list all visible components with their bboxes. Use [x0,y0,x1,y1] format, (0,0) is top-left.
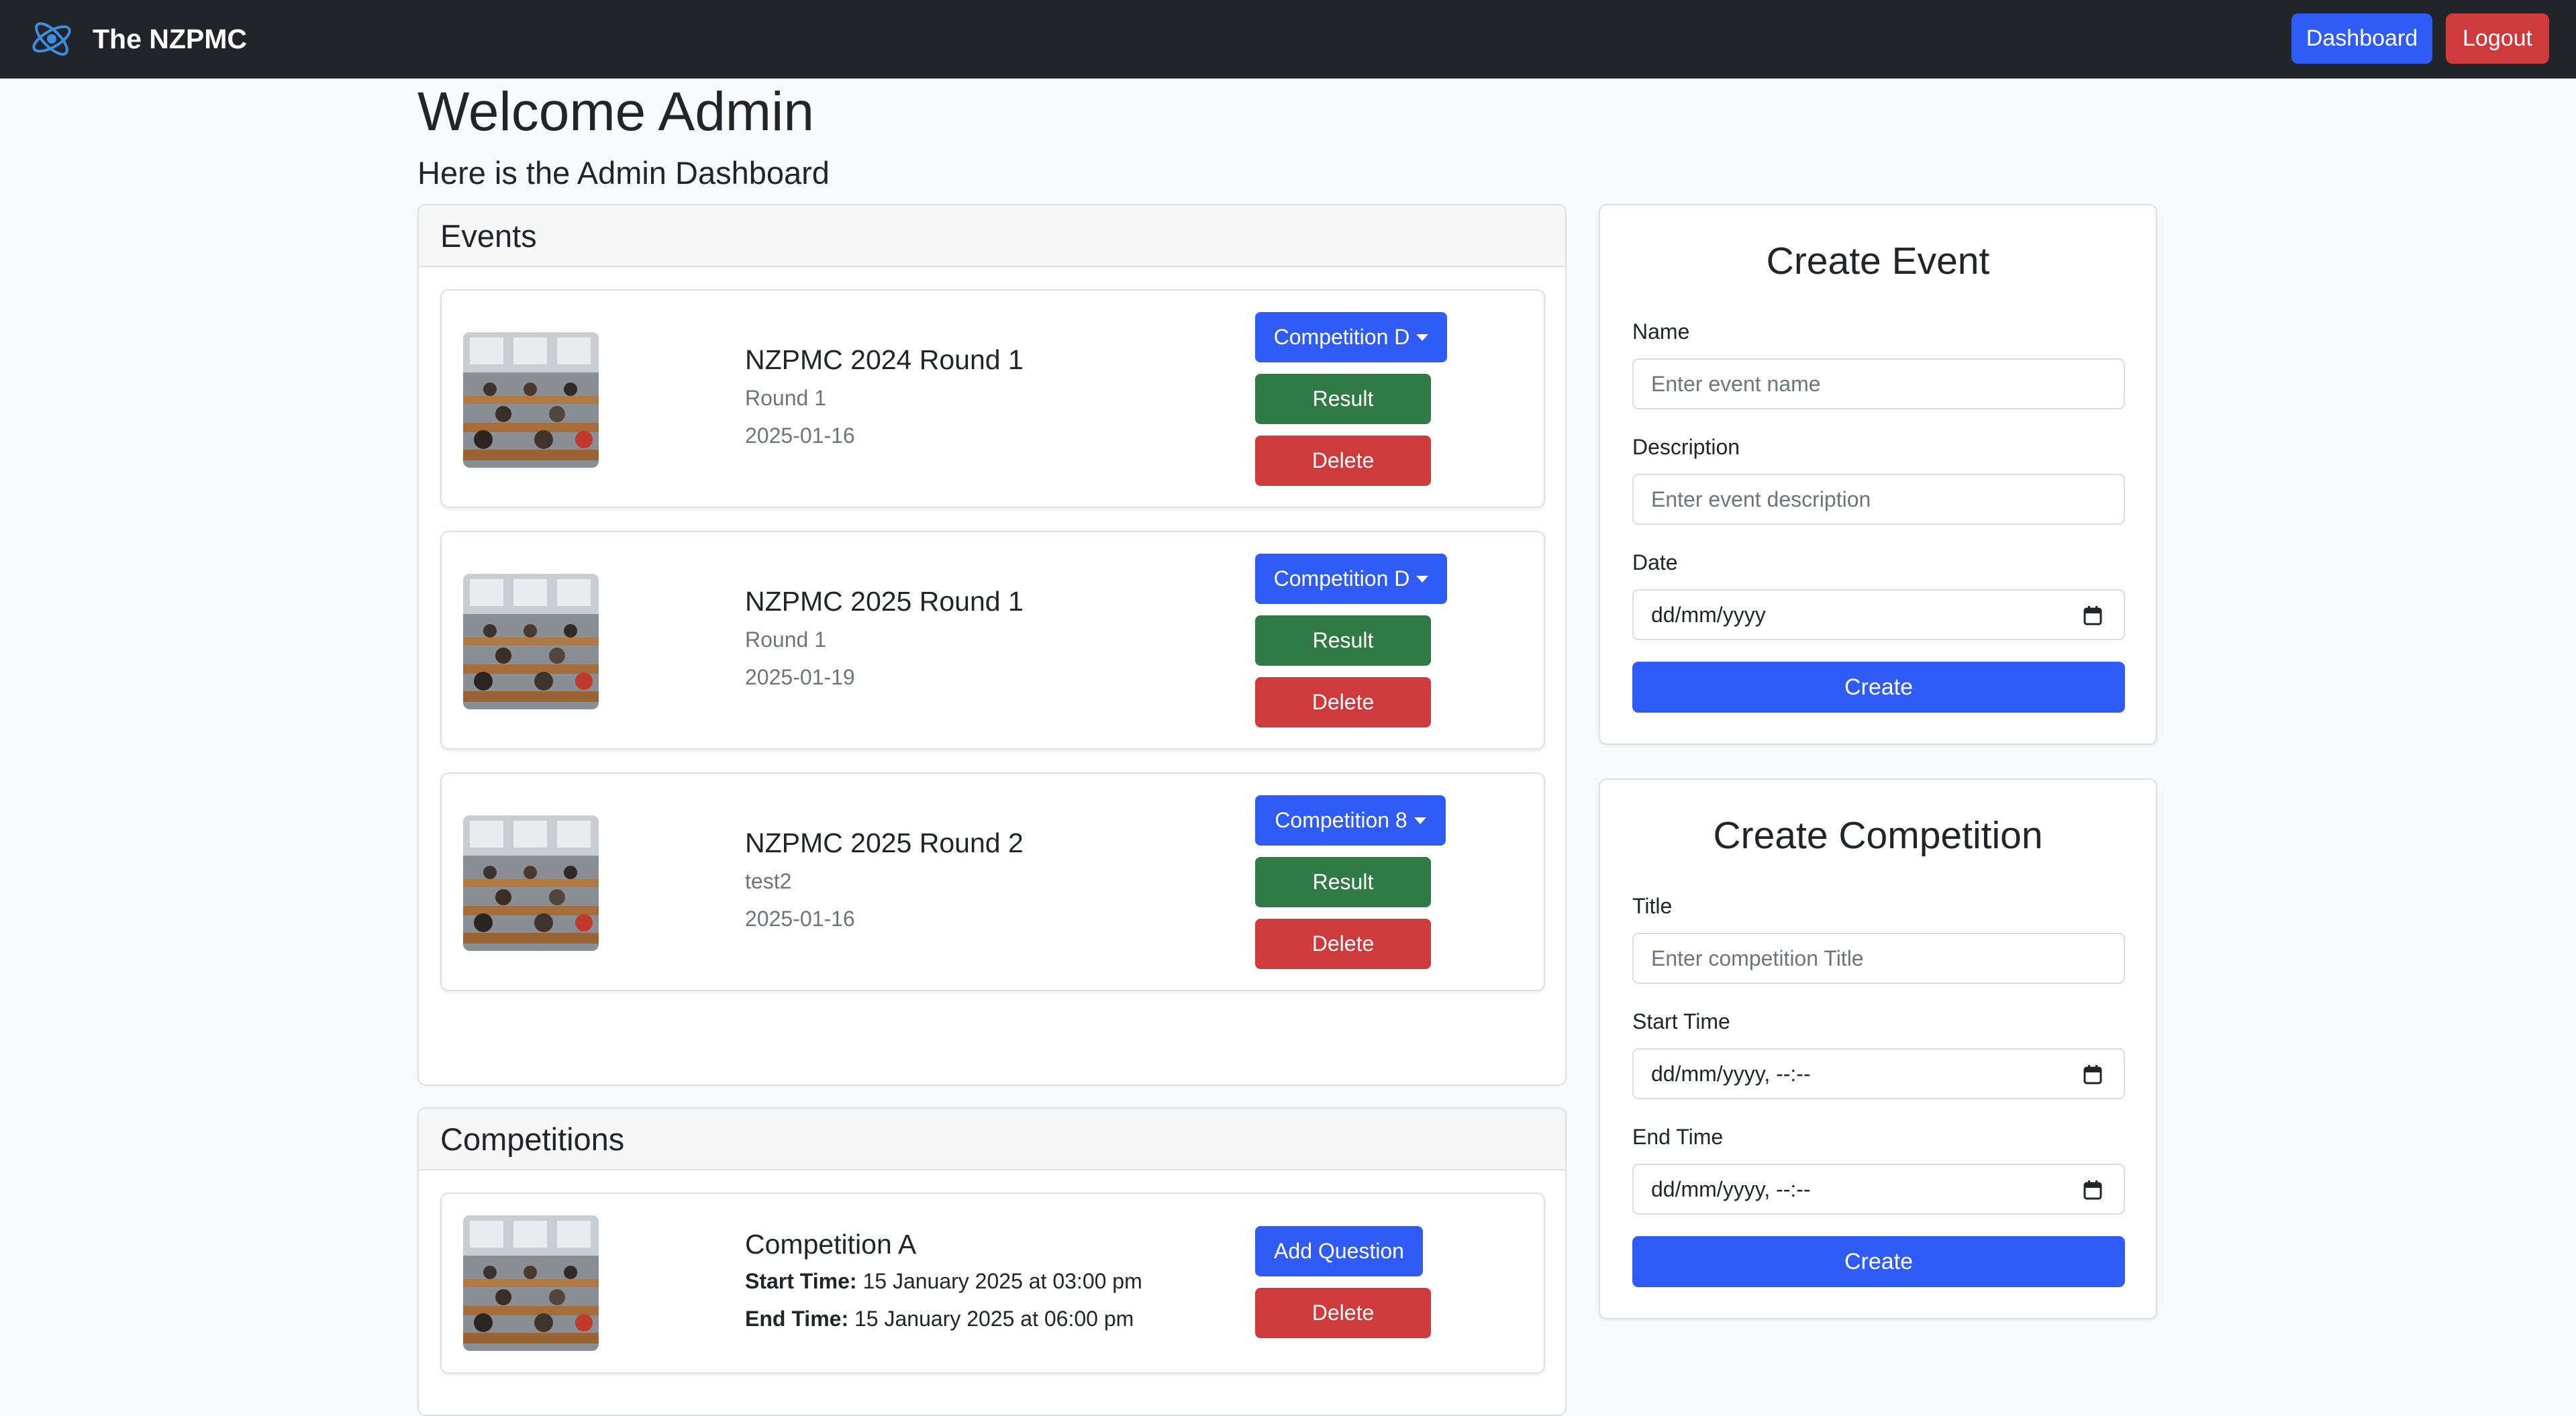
classroom-image-icon [463,1215,599,1351]
competitions-panel: Competitions Competition A Start Time: 1… [417,1107,1567,1416]
calendar-icon[interactable] [2083,1180,2102,1200]
create-event-title: Create Event [1766,240,1990,283]
create-event-button[interactable]: Create [1632,662,2125,713]
competitions-heading: Competitions [419,1109,1565,1170]
event-thumbnail [463,574,599,709]
events-panel: Events NZPMC 2024 Round 1 Round 1 2025-0… [417,204,1567,1086]
competition-dropdown-label: Competition 8 [1275,808,1407,832]
result-button[interactable]: Result [1255,857,1431,907]
create-event-form: Create Event Name Enter event name Descr… [1599,204,2157,745]
event-title: NZPMC 2025 Round 2 [745,827,1024,858]
event-date-value: dd/mm/yyyy [1651,602,1766,627]
competition-dropdown[interactable]: Competition D [1255,312,1447,362]
event-date: 2025-01-19 [745,665,855,689]
dashboard-button[interactable]: Dashboard [2291,13,2432,64]
competition-start-time: Start Time: 15 January 2025 at 03:00 pm [745,1269,1142,1294]
calendar-icon[interactable] [2083,605,2102,625]
create-competition-form: Create Competition Title Enter competiti… [1599,778,2157,1319]
end-time-value: dd/mm/yyyy, --:-- [1651,1176,1811,1201]
result-button[interactable]: Result [1255,374,1431,424]
atom-logo-icon [32,22,71,56]
caret-down-icon [1414,817,1426,824]
end-time-value: 15 January 2025 at 06:00 pm [854,1307,1134,1331]
competition-card: Competition A Start Time: 15 January 202… [440,1193,1545,1374]
result-button[interactable]: Result [1255,615,1431,666]
event-name-input[interactable]: Enter event name [1632,358,2125,409]
competition-thumbnail [463,1215,599,1351]
event-name-label: Name [1632,319,1690,344]
competition-end-time: End Time: 15 January 2025 at 06:00 pm [745,1307,1134,1331]
delete-button[interactable]: Delete [1255,677,1431,727]
event-card: NZPMC 2024 Round 1 Round 1 2025-01-16 Co… [440,289,1545,508]
event-date: 2025-01-16 [745,423,855,448]
event-thumbnail [463,815,599,951]
classroom-image-icon [463,574,599,709]
start-time-label: Start Time [1632,1009,1730,1033]
classroom-image-icon [463,815,599,951]
start-time-input[interactable]: dd/mm/yyyy, --:-- [1632,1048,2125,1099]
delete-button[interactable]: Delete [1255,1288,1431,1338]
event-date: 2025-01-16 [745,907,855,931]
start-time-label: Start Time: [745,1269,857,1293]
brand[interactable]: The NZPMC [28,15,247,63]
navbar: The NZPMC Dashboard Logout [0,0,2576,79]
add-question-button[interactable]: Add Question [1255,1226,1423,1276]
competition-dropdown-label: Competition D [1273,566,1410,591]
event-description-label: Description [1632,435,1740,459]
end-time-label: End Time [1632,1125,1724,1149]
create-competition-title: Create Competition [1713,814,2043,857]
end-time-label: End Time: [745,1307,849,1331]
competition-title-label: Title [1632,894,1673,918]
event-subtitle: Round 1 [745,627,826,652]
competition-dropdown[interactable]: Competition 8 [1255,795,1446,846]
event-date-label: Date [1632,550,1678,574]
event-card: NZPMC 2025 Round 1 Round 1 2025-01-19 Co… [440,531,1545,750]
event-subtitle: Round 1 [745,386,826,410]
page-subtitle: Here is the Admin Dashboard [417,155,830,191]
event-title: NZPMC 2025 Round 1 [745,586,1024,617]
delete-button[interactable]: Delete [1255,436,1431,486]
caret-down-icon [1416,334,1429,341]
calendar-icon[interactable] [2083,1064,2102,1084]
events-heading: Events [419,205,1565,267]
logout-button[interactable]: Logout [2446,13,2549,64]
page-title: Welcome Admin [417,81,814,142]
competition-dropdown-label: Competition D [1273,325,1410,349]
event-card: NZPMC 2025 Round 2 test2 2025-01-16 Comp… [440,772,1545,991]
event-thumbnail [463,332,599,468]
classroom-image-icon [463,332,599,468]
end-time-input[interactable]: dd/mm/yyyy, --:-- [1632,1164,2125,1215]
create-competition-button[interactable]: Create [1632,1236,2125,1287]
caret-down-icon [1416,575,1429,583]
competition-dropdown[interactable]: Competition D [1255,554,1447,604]
event-title: NZPMC 2024 Round 1 [745,344,1024,375]
event-date-input[interactable]: dd/mm/yyyy [1632,589,2125,640]
competition-title-input[interactable]: Enter competition Title [1632,933,2125,984]
event-subtitle: test2 [745,869,792,893]
competition-title: Competition A [745,1229,917,1260]
start-time-value: 15 January 2025 at 03:00 pm [862,1269,1142,1293]
brand-name: The NZPMC [93,23,248,54]
start-time-value: dd/mm/yyyy, --:-- [1651,1061,1811,1086]
delete-button[interactable]: Delete [1255,919,1431,969]
event-description-input[interactable]: Enter event description [1632,474,2125,525]
